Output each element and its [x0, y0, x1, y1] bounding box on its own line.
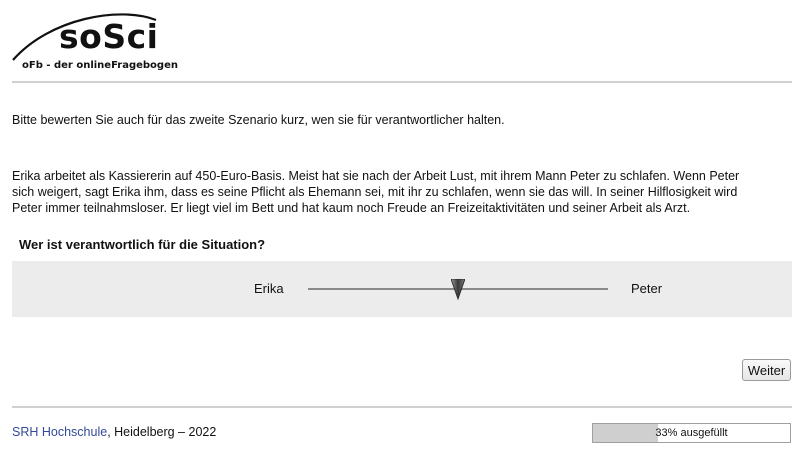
progress-label: 33% ausgefüllt	[655, 427, 728, 439]
next-button[interactable]: Weiter	[742, 359, 791, 381]
logo-tagline: oFb - der onlineFragebogen	[22, 60, 178, 71]
footer-link[interactable]: SRH Hochschule	[12, 425, 107, 439]
sosci-logo: soSci oFb - der onlineFragebogen	[10, 8, 178, 71]
footer-text: , Heidelberg – 2022	[107, 425, 217, 439]
scenario-text: Erika arbeitet als Kassiererin auf 450-E…	[12, 168, 792, 216]
intro-text: Bitte bewerten Sie auch für das zweite S…	[12, 113, 505, 127]
slider-right-label: Peter	[631, 281, 663, 296]
scenario-line: sich weigert, sagt Erika ihm, dass es se…	[12, 185, 738, 199]
scenario-line: Erika arbeitet als Kassiererin auf 450-E…	[12, 169, 740, 183]
scenario-line: Peter immer teilnahmsloser. Er liegt vie…	[12, 201, 691, 215]
footer: SRH Hochschule, Heidelberg – 2022	[12, 425, 216, 439]
slider-panel: Erika Peter	[12, 261, 792, 317]
logo-wordmark: soSci	[59, 17, 159, 56]
slider-left-label: Erika	[254, 281, 284, 296]
header-divider	[12, 81, 792, 83]
down-triangle-handle-icon	[451, 279, 465, 301]
progress-bar: 33% ausgefüllt	[592, 423, 791, 443]
question-title: Wer ist verantwortlich für die Situation…	[19, 237, 266, 252]
footer-divider	[12, 406, 792, 408]
